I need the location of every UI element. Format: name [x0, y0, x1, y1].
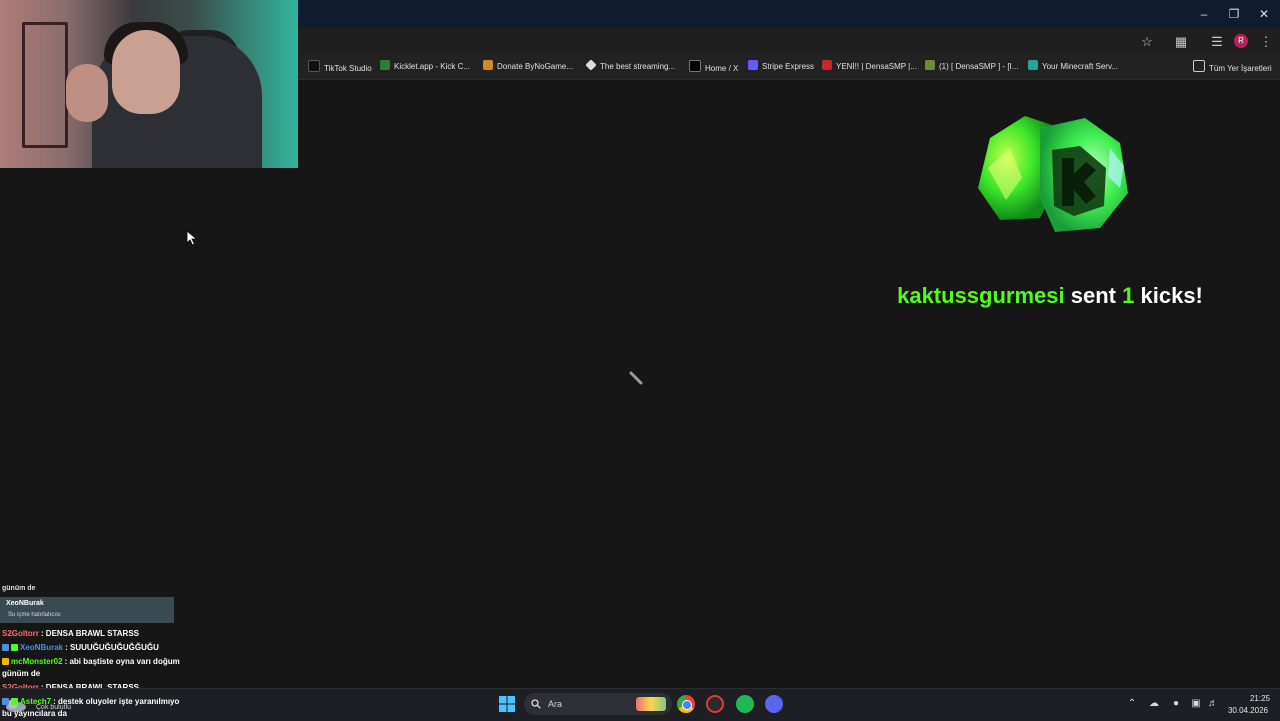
windows-start-icon[interactable]	[499, 696, 515, 712]
chat-text: : abi baştiste oyna varı doğum	[64, 657, 180, 666]
chat-text: : destek oluyoler işte yaranılmıyo	[53, 697, 180, 706]
search-icon	[531, 699, 541, 709]
chat-message: XeoNBurak: SUUUĞUĞUĞUĞĞUĞU	[2, 643, 159, 652]
streaming-icon	[585, 59, 597, 71]
volume-icon[interactable]: ♬	[1207, 698, 1219, 710]
all-bookmarks-button[interactable]: Tüm Yer İşaretleri	[1193, 60, 1272, 74]
search-placeholder: Ara	[548, 699, 563, 709]
bookmark-densasmp[interactable]: (1) [ DensaSMP ] - [I...	[925, 60, 1018, 74]
bookmark-stripe-express[interactable]: Stripe Express	[748, 60, 814, 74]
kick-emerald-logo	[978, 116, 1128, 232]
youtube-icon	[822, 60, 832, 70]
spotify-icon[interactable]	[736, 695, 754, 713]
chat-highlight-subtitle: Su içme hatırlatıcısı	[8, 612, 61, 618]
tray-network-icon[interactable]: ☁	[1148, 698, 1160, 710]
media-control-icon[interactable]: ☰	[1208, 33, 1226, 51]
alert-kick-count: 1	[1122, 283, 1135, 308]
chat-badge-icon	[11, 644, 18, 651]
tiktok-icon	[308, 60, 320, 72]
webcam-shelf	[22, 22, 68, 148]
bookmark-tiktok-studio[interactable]: TikTok Studio	[308, 60, 372, 74]
chat-message: S2Goltorr: DENSA BRAWL STARSS	[2, 629, 139, 638]
chat-badge-icon	[2, 658, 9, 665]
tray-overflow-chevron-icon[interactable]: ⌃	[1126, 698, 1138, 710]
bookmark-streaming[interactable]: The best streaming...	[585, 59, 675, 74]
taskbar-clock-date[interactable]: 30.04.2026	[1222, 706, 1268, 715]
chat-badge-icon	[2, 644, 9, 651]
stripe-icon	[748, 60, 758, 70]
chat-text: : SUUUĞUĞUĞUĞĞUĞU	[65, 643, 159, 652]
extensions-icon[interactable]: ▦	[1172, 33, 1190, 51]
bookmark-star-icon[interactable]: ☆	[1138, 33, 1156, 51]
bookmark-home-x[interactable]: Home / X	[689, 60, 738, 74]
chat-fragment: günüm de	[2, 585, 36, 592]
close-icon[interactable]: ✕	[1256, 6, 1272, 22]
more-menu-icon[interactable]: ⋮	[1257, 33, 1275, 51]
chrome-icon-center	[682, 700, 692, 710]
bookmark-densasmp-yeni[interactable]: YENİ!! | DensaSMP |...	[822, 60, 917, 74]
bookmark-minecraft-server[interactable]: Your Minecraft Serv...	[1028, 60, 1118, 74]
x-icon	[689, 60, 701, 72]
search-highlight-flowers-icon	[636, 697, 666, 711]
chat-highlight-name: XeoNBurak	[6, 600, 44, 607]
webcam-overlay	[0, 0, 298, 168]
server-icon	[1028, 60, 1038, 70]
chat-text: : DENSA BRAWL STARSS	[40, 629, 139, 638]
chat-username: XeoNBurak	[20, 643, 64, 652]
microphone-icon[interactable]: ●	[1170, 698, 1182, 710]
folder-icon	[1193, 60, 1205, 72]
bynogame-icon	[483, 60, 493, 70]
minecraft-icon	[925, 60, 935, 70]
chat-message-continuation: günüm de	[2, 669, 41, 678]
profile-avatar[interactable]: R	[1234, 34, 1248, 48]
kicklet-icon	[380, 60, 390, 70]
chat-badge-icon	[11, 698, 18, 705]
loading-spinner-icon	[629, 371, 643, 385]
chat-message: Astech7: destek oluyoler işte yaranılmıy…	[2, 697, 179, 706]
obs-icon[interactable]	[706, 695, 724, 713]
discord-icon[interactable]	[765, 695, 783, 713]
bookmark-donate-bynogame[interactable]: Donate ByNoGame...	[483, 60, 573, 74]
chat-username: S2Goltorr	[2, 629, 39, 638]
chat-badge-icon	[2, 698, 9, 705]
chat-username: mcMonster02	[11, 657, 63, 666]
minimize-icon[interactable]: –	[1196, 6, 1212, 22]
alert-unit-text: kicks!	[1140, 283, 1203, 308]
kick-alert-message: kaktussgurmesi sent 1 kicks!	[860, 282, 1240, 310]
webcam-streamer-face	[112, 30, 180, 114]
alert-username: kaktussgurmesi	[897, 283, 1065, 308]
display-icon[interactable]: ▣	[1190, 698, 1202, 710]
restore-icon[interactable]: ❐	[1226, 6, 1242, 22]
webcam-streamer-hand	[66, 64, 108, 122]
chat-message: mcMonster02: abi baştiste oyna varı doğu…	[2, 657, 180, 666]
taskbar-clock-time[interactable]: 21:25	[1230, 694, 1270, 703]
alert-sent-text: sent	[1070, 283, 1116, 308]
chat-message-continuation: bu yayıncılara da	[2, 709, 67, 718]
mouse-cursor-icon	[186, 230, 198, 246]
bookmark-kicklet[interactable]: Kicklet.app - Kick C...	[380, 60, 470, 74]
chat-username: Astech7	[20, 697, 52, 706]
